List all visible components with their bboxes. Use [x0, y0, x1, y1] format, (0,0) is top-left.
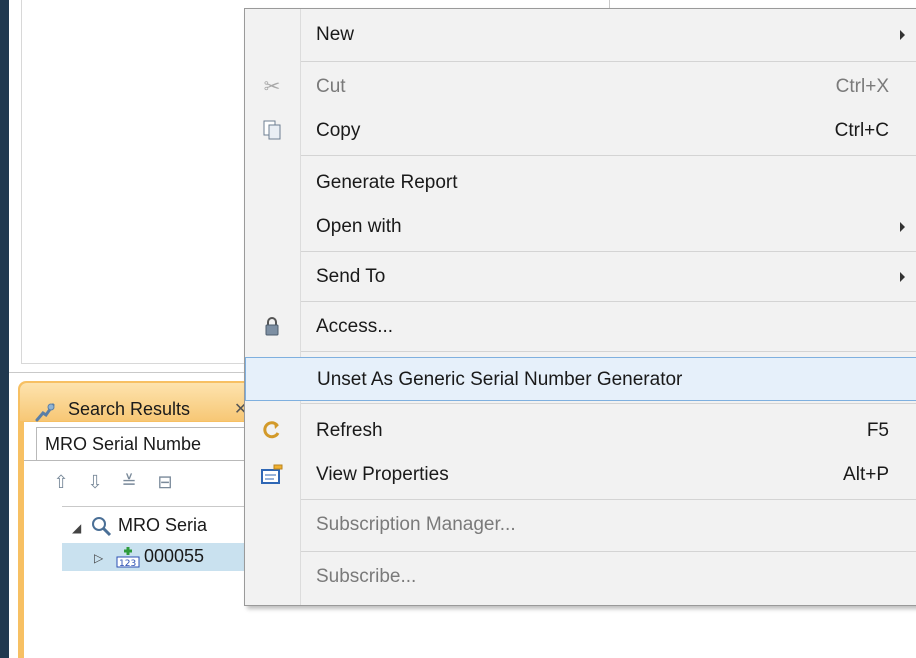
menu-item-unset-generic-serial[interactable]: Unset As Generic Serial Number Generator	[245, 357, 916, 401]
window-left-edge	[0, 0, 9, 658]
menu-separator	[301, 61, 916, 62]
scissors-icon: ✂	[263, 76, 281, 98]
menu-item-subscribe[interactable]: Subscribe...	[245, 555, 916, 599]
submenu-arrow-icon	[900, 222, 905, 232]
copy-icon	[259, 119, 285, 143]
menu-item-label: New	[316, 24, 355, 45]
menu-separator	[301, 551, 916, 552]
menu-item-copy[interactable]: Copy Ctrl+C	[245, 109, 916, 153]
menu-item-cut[interactable]: ✂ Cut Ctrl+X	[245, 65, 916, 109]
properties-icon	[259, 463, 285, 487]
menu-item-label: Subscription Manager...	[316, 514, 516, 535]
move-up-icon[interactable]: ⇧	[50, 470, 72, 494]
submenu-arrow-icon	[900, 30, 905, 40]
search-results-icon	[34, 401, 55, 422]
menu-item-shortcut: Alt+P	[843, 464, 889, 485]
menu-item-label: Copy	[316, 120, 361, 141]
menu-separator	[301, 351, 916, 352]
context-menu: New ✂ Cut Ctrl+X Copy Ctrl+C Generate Re…	[244, 8, 916, 606]
menu-item-label: Open with	[316, 216, 402, 237]
move-down-icon[interactable]: ⇩	[84, 470, 106, 494]
expand-right-icon[interactable]: ▷	[94, 551, 103, 565]
serial-number-icon: 123	[116, 545, 140, 574]
menu-separator	[301, 251, 916, 252]
menu-separator	[301, 155, 916, 156]
menu-item-new[interactable]: New	[245, 13, 916, 57]
menu-item-subscription-manager[interactable]: Subscription Manager...	[245, 503, 916, 547]
menu-item-label: View Properties	[316, 464, 449, 485]
refresh-icon	[259, 419, 285, 443]
menu-separator	[301, 301, 916, 302]
menu-item-send-to[interactable]: Send To	[245, 255, 916, 299]
menu-item-label: Refresh	[316, 420, 383, 441]
menu-item-shortcut: Ctrl+X	[835, 76, 889, 97]
menu-item-label: Unset As Generic Serial Number Generator	[317, 369, 683, 390]
menu-item-label: Cut	[316, 76, 346, 97]
menu-separator	[301, 403, 916, 404]
lock-icon	[259, 315, 285, 339]
tree-item-label: 000055	[144, 546, 205, 566]
tree-query-label: MRO Seria	[118, 515, 208, 535]
menu-item-generate-report[interactable]: Generate Report	[245, 161, 916, 205]
menu-item-label: Subscribe...	[316, 566, 417, 587]
subtab-label: MRO Serial Numbe	[45, 434, 202, 454]
menu-item-label: Access...	[316, 316, 394, 337]
menu-item-open-with[interactable]: Open with	[245, 205, 916, 249]
magnifier-icon	[90, 515, 112, 542]
menu-item-shortcut: Ctrl+C	[834, 120, 889, 141]
menu-item-access[interactable]: Access...	[245, 305, 916, 349]
menu-item-refresh[interactable]: Refresh F5	[245, 409, 916, 453]
menu-separator	[301, 499, 916, 500]
search-results-title: Search Results	[68, 399, 191, 419]
minimize-icon[interactable]: ⊟	[154, 470, 176, 494]
menu-item-view-properties[interactable]: View Properties Alt+P	[245, 453, 916, 497]
svg-text:123: 123	[119, 559, 136, 569]
expand-down-icon[interactable]: ◢	[72, 521, 81, 535]
collapse-all-icon[interactable]: ≚	[118, 470, 140, 494]
menu-item-label: Send To	[316, 266, 386, 287]
menu-item-shortcut: F5	[866, 420, 889, 441]
submenu-arrow-icon	[900, 272, 905, 282]
menu-item-label: Generate Report	[316, 172, 458, 193]
